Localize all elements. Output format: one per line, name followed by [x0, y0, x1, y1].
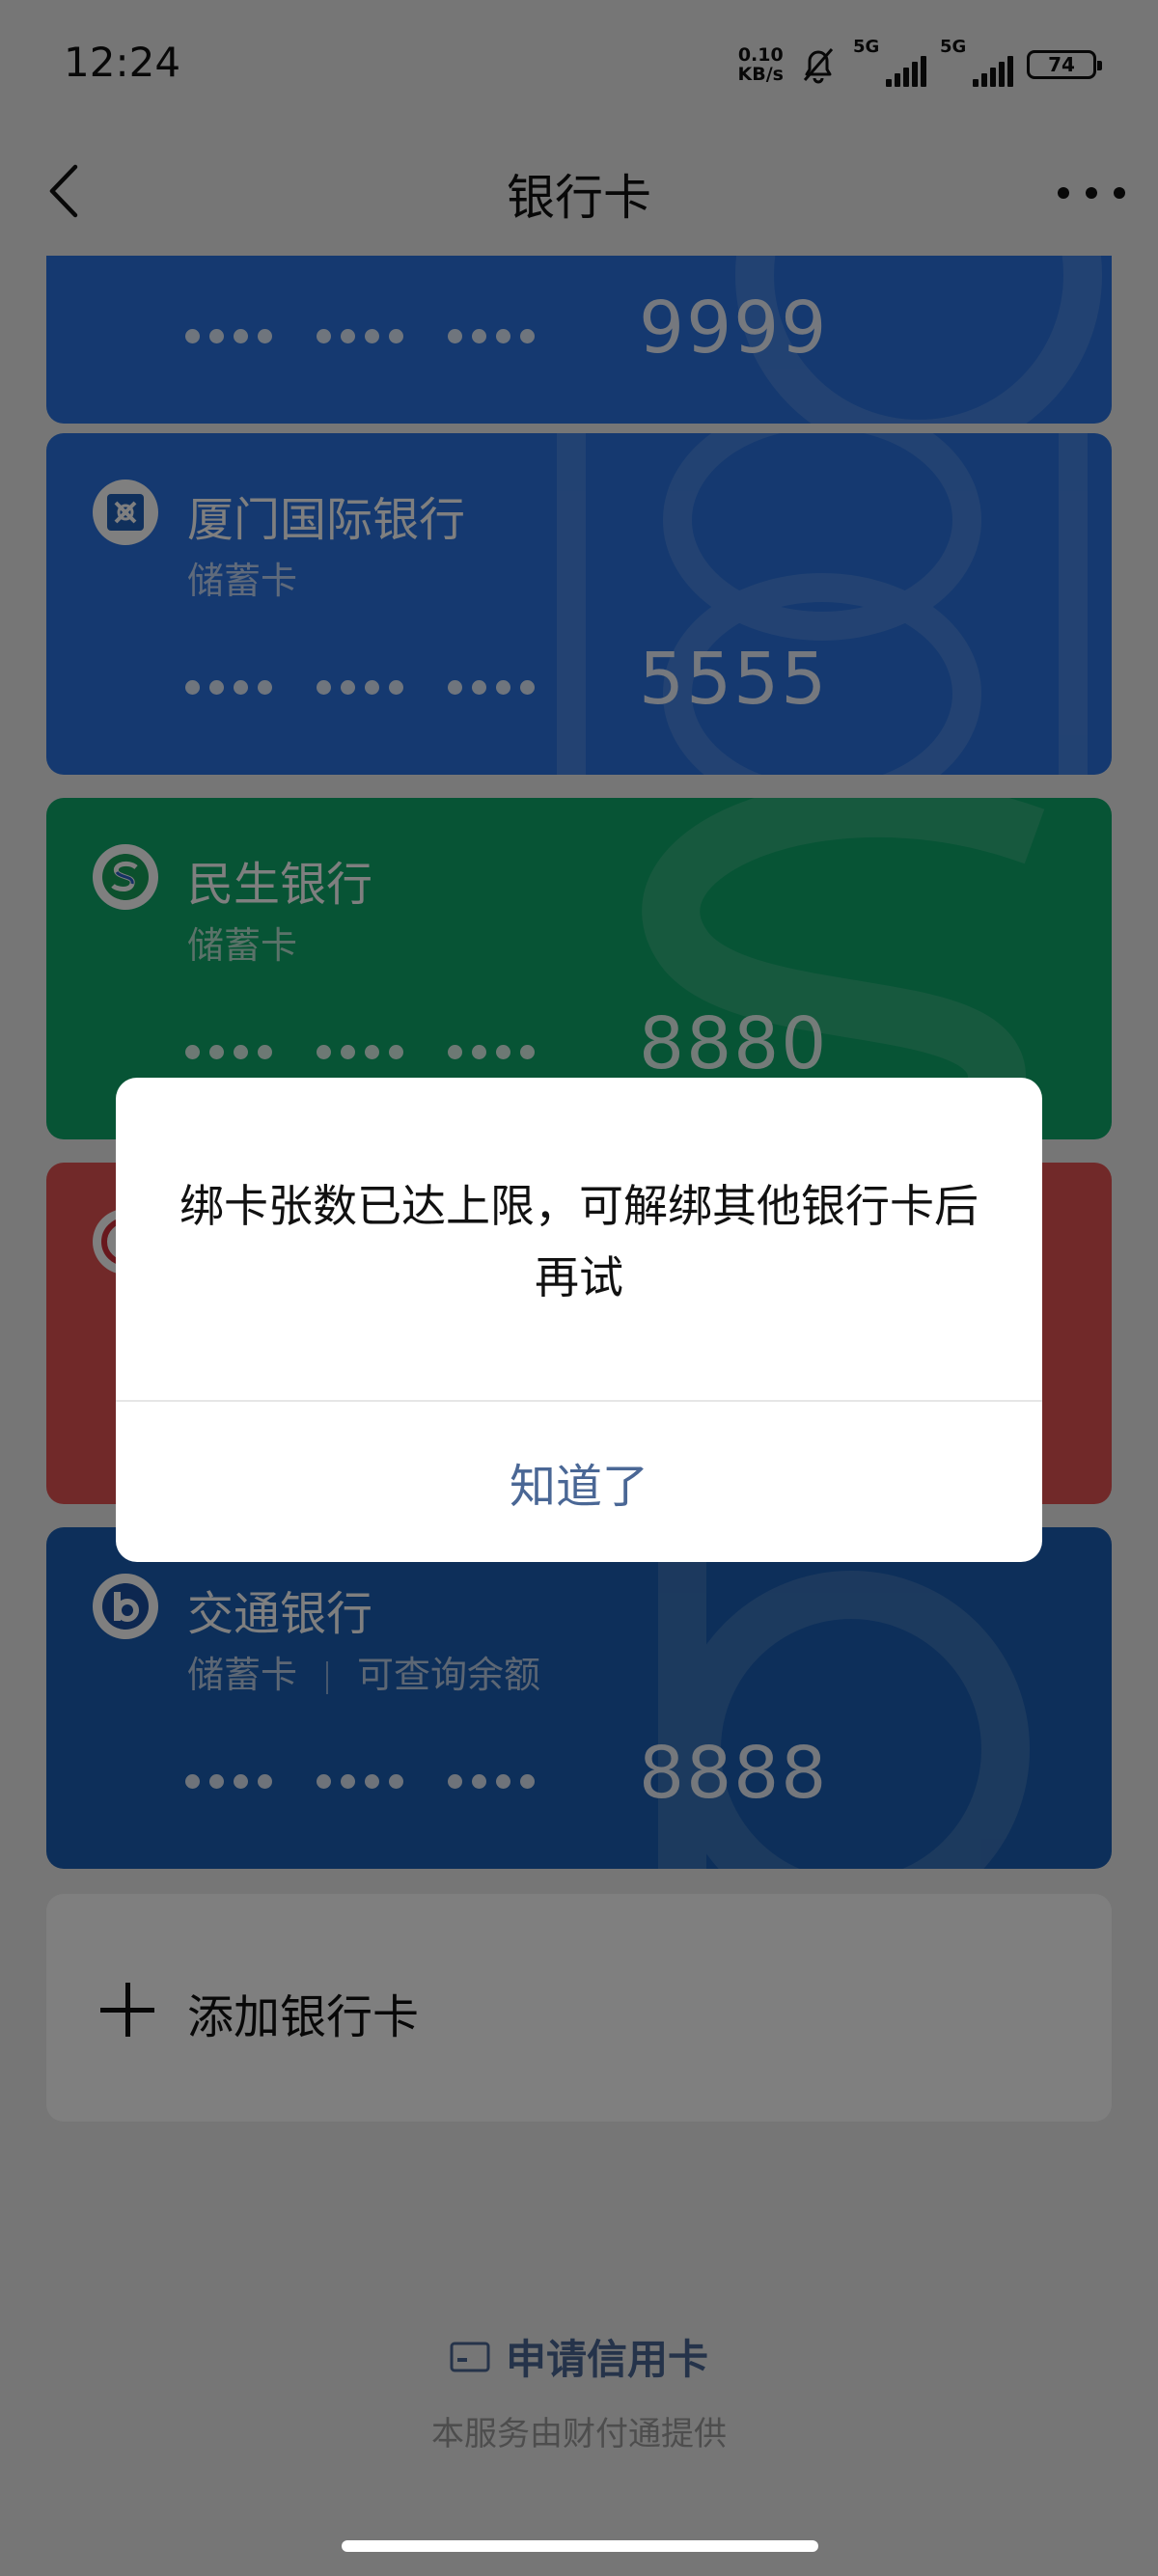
alert-dialog: 绑卡张数已达上限，可解绑其他银行卡后再试 知道了	[116, 1078, 1042, 1562]
dialog-message: 绑卡张数已达上限，可解绑其他银行卡后再试	[179, 1180, 979, 1303]
dialog-ok-button[interactable]: 知道了	[116, 1402, 1042, 1562]
home-indicator[interactable]	[342, 2540, 818, 2552]
